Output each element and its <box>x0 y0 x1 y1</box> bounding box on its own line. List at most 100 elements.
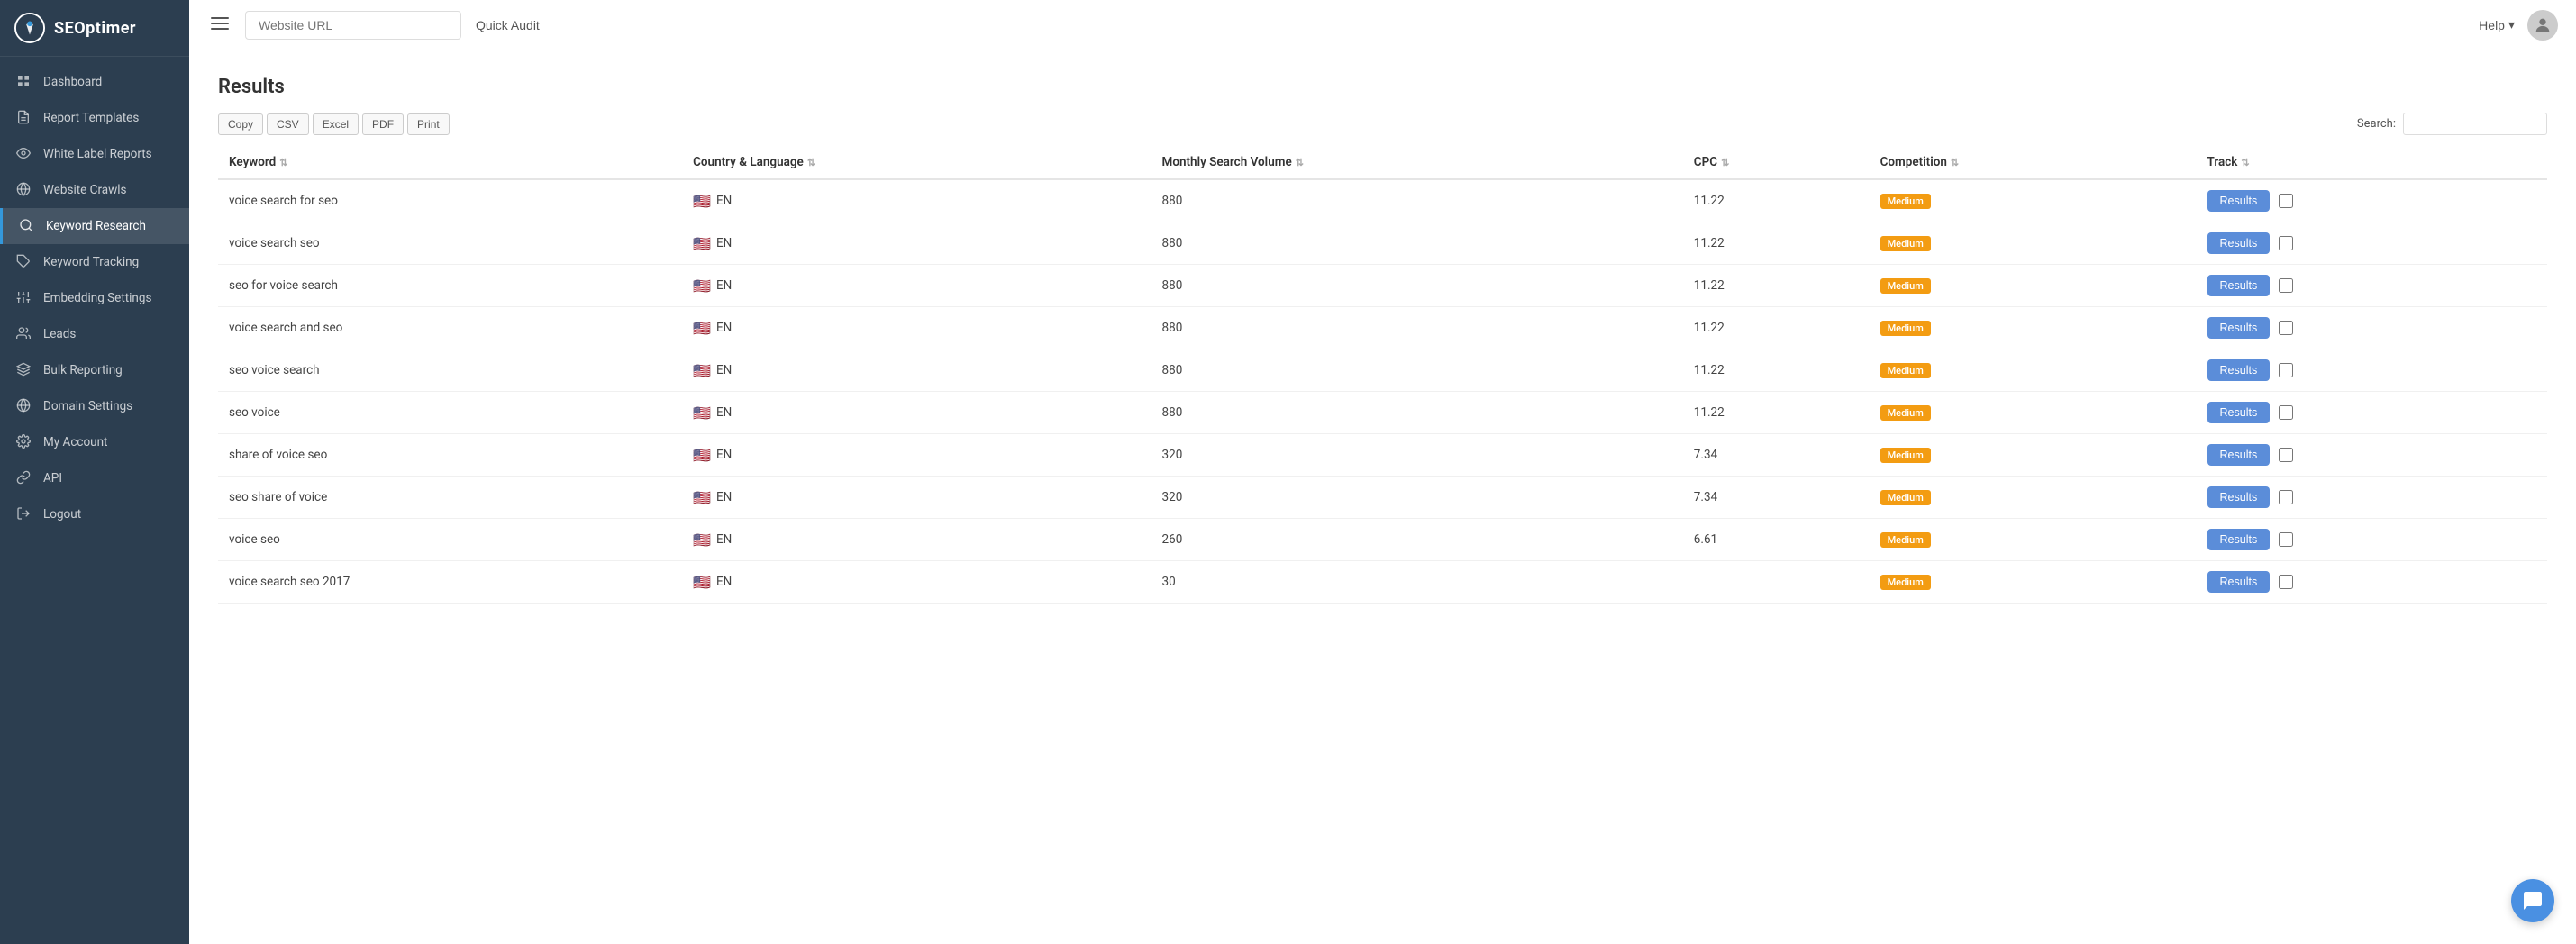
cell-volume-8: 260 <box>1151 519 1683 561</box>
flag-icon-0: 🇺🇸 <box>693 193 711 210</box>
sidebar-item-website-crawls[interactable]: Website Crawls <box>0 172 189 208</box>
track-checkbox-5[interactable] <box>2279 405 2293 420</box>
cell-track-1: Results <box>2197 222 2547 265</box>
action-btn-csv[interactable]: CSV <box>267 113 309 135</box>
competition-badge-6: Medium <box>1880 448 1931 463</box>
cell-keyword-5: seo voice <box>218 392 682 434</box>
track-checkbox-1[interactable] <box>2279 236 2293 250</box>
globe-icon <box>16 182 32 198</box>
sidebar-item-label: Embedding Settings <box>43 291 151 305</box>
results-table: Keyword⇅Country & Language⇅Monthly Searc… <box>218 146 2547 604</box>
results-button-6[interactable]: Results <box>2207 444 2271 466</box>
table-row: voice search and seo 🇺🇸 EN 880 11.22 Med… <box>218 307 2547 349</box>
track-checkbox-4[interactable] <box>2279 363 2293 377</box>
results-button-1[interactable]: Results <box>2207 232 2271 254</box>
content-area: Results CopyCSVExcelPDFPrint Search: Key… <box>189 50 2576 944</box>
action-btn-copy[interactable]: Copy <box>218 113 263 135</box>
quick-audit-button[interactable]: Quick Audit <box>461 11 554 40</box>
sidebar-item-report-templates[interactable]: Report Templates <box>0 100 189 136</box>
cell-competition-5: Medium <box>1870 392 2197 434</box>
cell-volume-7: 320 <box>1151 477 1683 519</box>
sidebar-logo-text: SEOptimer <box>54 19 136 38</box>
col-header-monthly-search-volume[interactable]: Monthly Search Volume⇅ <box>1151 146 1683 179</box>
cell-volume-4: 880 <box>1151 349 1683 392</box>
search-area: Search: <box>2357 113 2547 135</box>
file-text-icon <box>16 110 32 126</box>
cell-cpc-5: 11.22 <box>1683 392 1870 434</box>
table-row: seo for voice search 🇺🇸 EN 880 11.22 Med… <box>218 265 2547 307</box>
cell-volume-3: 880 <box>1151 307 1683 349</box>
competition-badge-3: Medium <box>1880 321 1931 336</box>
flag-icon-3: 🇺🇸 <box>693 320 711 337</box>
sort-icon-cpc: ⇅ <box>1721 157 1729 168</box>
track-checkbox-7[interactable] <box>2279 490 2293 504</box>
cell-track-2: Results <box>2197 265 2547 307</box>
flag-icon-9: 🇺🇸 <box>693 574 711 591</box>
flag-icon-8: 🇺🇸 <box>693 531 711 549</box>
results-button-0[interactable]: Results <box>2207 190 2271 212</box>
sidebar-item-api[interactable]: API <box>0 460 189 496</box>
sidebar-item-label: Domain Settings <box>43 399 132 413</box>
action-btn-pdf[interactable]: PDF <box>362 113 404 135</box>
cell-country-2: 🇺🇸 EN <box>682 265 1151 307</box>
competition-badge-1: Medium <box>1880 236 1931 251</box>
results-button-3[interactable]: Results <box>2207 317 2271 339</box>
col-header-cpc[interactable]: CPC⇅ <box>1683 146 1870 179</box>
sidebar-item-label: Website Crawls <box>43 183 127 197</box>
hamburger-button[interactable] <box>207 11 232 39</box>
results-button-2[interactable]: Results <box>2207 275 2271 296</box>
results-button-5[interactable]: Results <box>2207 402 2271 423</box>
cell-competition-1: Medium <box>1870 222 2197 265</box>
col-header-country-language[interactable]: Country & Language⇅ <box>682 146 1151 179</box>
sidebar-item-logout[interactable]: Logout <box>0 496 189 532</box>
cell-country-6: 🇺🇸 EN <box>682 434 1151 477</box>
cell-cpc-3: 11.22 <box>1683 307 1870 349</box>
results-button-7[interactable]: Results <box>2207 486 2271 508</box>
cell-country-3: 🇺🇸 EN <box>682 307 1151 349</box>
search-input[interactable] <box>2403 113 2547 135</box>
flag-icon-1: 🇺🇸 <box>693 235 711 252</box>
sidebar-item-embedding-settings[interactable]: Embedding Settings <box>0 280 189 316</box>
results-button-8[interactable]: Results <box>2207 529 2271 550</box>
competition-badge-5: Medium <box>1880 405 1931 421</box>
flag-icon-4: 🇺🇸 <box>693 362 711 379</box>
track-checkbox-9[interactable] <box>2279 575 2293 589</box>
sidebar-item-bulk-reporting[interactable]: Bulk Reporting <box>0 352 189 388</box>
track-checkbox-3[interactable] <box>2279 321 2293 335</box>
track-checkbox-2[interactable] <box>2279 278 2293 293</box>
sidebar-item-leads[interactable]: Leads <box>0 316 189 352</box>
sidebar-item-domain-settings[interactable]: Domain Settings <box>0 388 189 424</box>
action-btn-print[interactable]: Print <box>407 113 450 135</box>
track-checkbox-0[interactable] <box>2279 194 2293 208</box>
cell-country-7: 🇺🇸 EN <box>682 477 1151 519</box>
table-body: voice search for seo 🇺🇸 EN 880 11.22 Med… <box>218 179 2547 604</box>
url-input[interactable] <box>245 11 461 40</box>
sidebar-item-white-label-reports[interactable]: White Label Reports <box>0 136 189 172</box>
cell-cpc-2: 11.22 <box>1683 265 1870 307</box>
sidebar-item-keyword-research[interactable]: Keyword Research <box>0 208 189 244</box>
col-header-keyword[interactable]: Keyword⇅ <box>218 146 682 179</box>
results-button-4[interactable]: Results <box>2207 359 2271 381</box>
competition-badge-4: Medium <box>1880 363 1931 378</box>
cell-country-5: 🇺🇸 EN <box>682 392 1151 434</box>
col-header-track[interactable]: Track⇅ <box>2197 146 2547 179</box>
cell-cpc-8: 6.61 <box>1683 519 1870 561</box>
search-icon <box>19 218 35 234</box>
col-header-competition[interactable]: Competition⇅ <box>1870 146 2197 179</box>
action-btn-excel[interactable]: Excel <box>313 113 359 135</box>
nav-items: Dashboard Report Templates White Label R… <box>0 64 189 532</box>
results-button-9[interactable]: Results <box>2207 571 2271 593</box>
sidebar-item-keyword-tracking[interactable]: Keyword Tracking <box>0 244 189 280</box>
flag-icon-6: 🇺🇸 <box>693 447 711 464</box>
cell-cpc-0: 11.22 <box>1683 179 1870 222</box>
tag-icon <box>16 254 32 270</box>
track-checkbox-8[interactable] <box>2279 532 2293 547</box>
help-button[interactable]: Help ▾ <box>2479 17 2515 32</box>
chat-bubble[interactable] <box>2511 879 2554 922</box>
cell-keyword-4: seo voice search <box>218 349 682 392</box>
sidebar-item-dashboard[interactable]: Dashboard <box>0 64 189 100</box>
track-checkbox-6[interactable] <box>2279 448 2293 462</box>
user-avatar[interactable] <box>2527 10 2558 41</box>
sidebar-item-my-account[interactable]: My Account <box>0 424 189 460</box>
cell-country-8: 🇺🇸 EN <box>682 519 1151 561</box>
